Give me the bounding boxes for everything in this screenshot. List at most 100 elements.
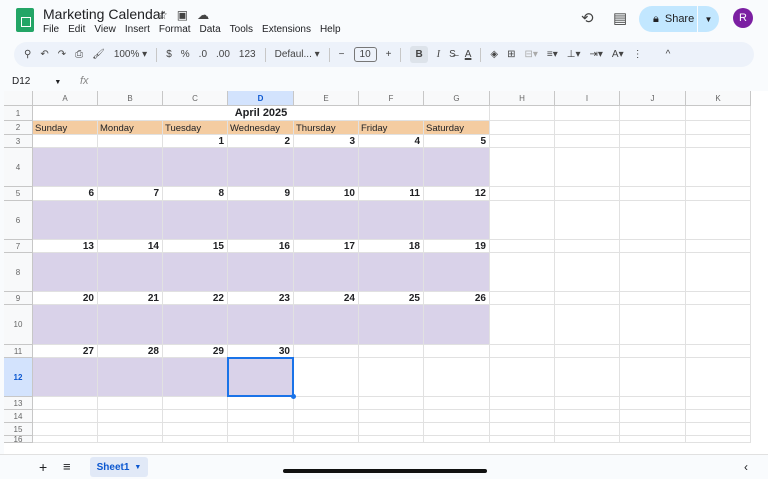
vertical-align-icon[interactable]: ⊥▾: [567, 49, 581, 60]
day-notes-cell[interactable]: [98, 358, 163, 397]
cell-J11[interactable]: [620, 345, 686, 358]
day-number[interactable]: [33, 135, 98, 148]
menu-help[interactable]: Help: [320, 24, 341, 35]
column-header-I[interactable]: I: [555, 91, 620, 106]
day-notes-cell[interactable]: [424, 253, 490, 292]
day-number[interactable]: 14: [98, 240, 163, 253]
cell-D15[interactable]: [228, 423, 294, 436]
number-format-button[interactable]: 123: [239, 49, 256, 60]
cell-I15[interactable]: [555, 423, 620, 436]
cell-I7[interactable]: [555, 240, 620, 253]
cell-I6[interactable]: [555, 201, 620, 240]
row-header-7[interactable]: 7: [4, 240, 33, 253]
column-header-D[interactable]: D: [228, 91, 294, 106]
cell-C13[interactable]: [163, 397, 228, 410]
day-number[interactable]: [424, 345, 490, 358]
italic-button[interactable]: I: [437, 49, 440, 60]
cell-E13[interactable]: [294, 397, 359, 410]
column-header-C[interactable]: C: [163, 91, 228, 106]
cell-I4[interactable]: [555, 148, 620, 187]
share-dropdown-icon[interactable]: ▼: [697, 6, 719, 32]
cell-G14[interactable]: [424, 410, 490, 423]
day-notes-cell[interactable]: [33, 201, 98, 240]
day-notes-cell[interactable]: [98, 253, 163, 292]
menu-insert[interactable]: Insert: [125, 24, 150, 35]
text-wrap-icon[interactable]: ⇥▾: [590, 49, 603, 60]
fill-handle[interactable]: [291, 394, 296, 399]
day-notes-cell[interactable]: [228, 305, 294, 345]
text-color-icon[interactable]: A: [465, 49, 472, 60]
cell-H12[interactable]: [490, 358, 555, 397]
day-number[interactable]: 12: [424, 187, 490, 201]
cell-K4[interactable]: [686, 148, 751, 187]
row-header-15[interactable]: 15: [4, 423, 33, 436]
print-icon[interactable]: ⎙: [75, 49, 83, 60]
day-notes-cell[interactable]: [228, 253, 294, 292]
day-notes-cell[interactable]: [424, 201, 490, 240]
day-number[interactable]: 8: [163, 187, 228, 201]
cell-I16[interactable]: [555, 436, 620, 443]
cell-H10[interactable]: [490, 305, 555, 345]
day-number[interactable]: 20: [33, 292, 98, 305]
cell-C15[interactable]: [163, 423, 228, 436]
cell-D14[interactable]: [228, 410, 294, 423]
cell-J8[interactable]: [620, 253, 686, 292]
menu-data[interactable]: Data: [200, 24, 221, 35]
column-header-H[interactable]: H: [490, 91, 555, 106]
row-header-2[interactable]: 2: [4, 121, 33, 135]
day-number[interactable]: 22: [163, 292, 228, 305]
cell-J13[interactable]: [620, 397, 686, 410]
day-notes-cell[interactable]: [424, 305, 490, 345]
column-header-K[interactable]: K: [686, 91, 751, 106]
cell-E16[interactable]: [294, 436, 359, 443]
cell-A14[interactable]: [33, 410, 98, 423]
weekday-header[interactable]: Thursday: [294, 121, 359, 135]
cell-H4[interactable]: [490, 148, 555, 187]
cell-I13[interactable]: [555, 397, 620, 410]
column-header-F[interactable]: F: [359, 91, 424, 106]
day-notes-cell[interactable]: [294, 201, 359, 240]
row-header-9[interactable]: 9: [4, 292, 33, 305]
day-number[interactable]: [98, 135, 163, 148]
day-number[interactable]: 28: [98, 345, 163, 358]
cell-I11[interactable]: [555, 345, 620, 358]
currency-button[interactable]: $: [166, 49, 172, 60]
day-notes-cell[interactable]: [294, 148, 359, 187]
cell-K2[interactable]: [686, 121, 751, 135]
day-number[interactable]: 3: [294, 135, 359, 148]
cell-B15[interactable]: [98, 423, 163, 436]
day-number[interactable]: 16: [228, 240, 294, 253]
cell-J1[interactable]: [620, 106, 686, 121]
menu-file[interactable]: File: [43, 24, 59, 35]
day-notes-cell[interactable]: [359, 253, 424, 292]
row-header-1[interactable]: 1: [4, 106, 33, 121]
zoom-select[interactable]: 100% ▾: [114, 49, 147, 60]
cell-E15[interactable]: [294, 423, 359, 436]
row-header-5[interactable]: 5: [4, 187, 33, 201]
cell-H6[interactable]: [490, 201, 555, 240]
paint-format-icon[interactable]: 🖌︎: [92, 49, 105, 60]
add-sheet-icon[interactable]: +: [39, 459, 47, 475]
cell-G16[interactable]: [424, 436, 490, 443]
text-rotation-icon[interactable]: A▾: [612, 49, 624, 60]
day-notes-cell[interactable]: [228, 148, 294, 187]
weekday-header[interactable]: Wednesday: [228, 121, 294, 135]
row-header-13[interactable]: 13: [4, 397, 33, 410]
cell-K1[interactable]: [686, 106, 751, 121]
day-notes-cell[interactable]: [163, 305, 228, 345]
day-number[interactable]: 29: [163, 345, 228, 358]
borders-icon[interactable]: ⊞: [507, 49, 515, 60]
day-number[interactable]: 7: [98, 187, 163, 201]
day-notes-cell[interactable]: [98, 148, 163, 187]
menu-edit[interactable]: Edit: [68, 24, 85, 35]
cell-H13[interactable]: [490, 397, 555, 410]
day-number[interactable]: 21: [98, 292, 163, 305]
sheet-tab-sheet1[interactable]: Sheet1 ▼: [90, 457, 148, 477]
cell-F14[interactable]: [359, 410, 424, 423]
day-notes-cell[interactable]: [163, 201, 228, 240]
row-header-3[interactable]: 3: [4, 135, 33, 148]
day-notes-cell[interactable]: [294, 305, 359, 345]
day-number[interactable]: 5: [424, 135, 490, 148]
cell-G12[interactable]: [424, 358, 490, 397]
cell-K7[interactable]: [686, 240, 751, 253]
